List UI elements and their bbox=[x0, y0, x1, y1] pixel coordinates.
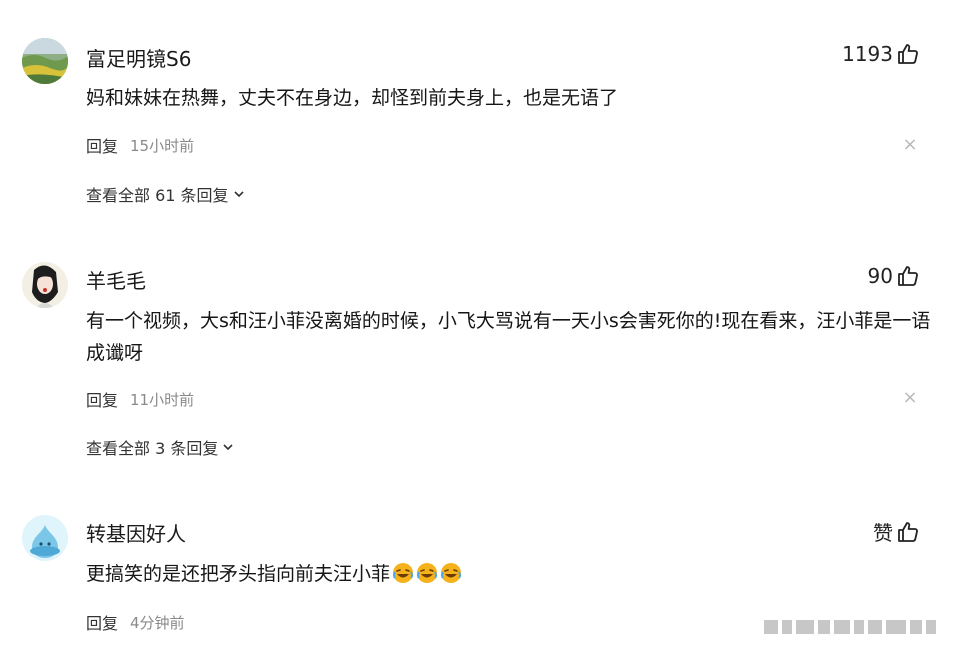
timestamp: 15小时前 bbox=[130, 136, 195, 155]
view-replies-label: 查看全部 61 条回复 bbox=[86, 186, 229, 205]
like-button[interactable]: 90 bbox=[868, 264, 920, 288]
reply-button[interactable]: 回复 bbox=[86, 610, 118, 634]
view-all-replies-button[interactable]: 查看全部 61 条回复 bbox=[86, 182, 245, 206]
like-count: 90 bbox=[867, 264, 893, 288]
comment-meta: 回复 15小时前 bbox=[86, 133, 194, 157]
avatar[interactable] bbox=[22, 515, 68, 561]
like-count: 1193 bbox=[842, 42, 893, 66]
thumb-up-icon bbox=[898, 521, 918, 542]
chevron-down-icon bbox=[223, 444, 233, 451]
thumb-up-icon bbox=[898, 44, 918, 64]
username[interactable]: 富足明镜S6 bbox=[86, 43, 191, 72]
comment-list: 富足明镜S6 1193 妈和妹妹在热舞，丈夫不在身边，却怪到前夫身上，也是无语了… bbox=[0, 0, 978, 656]
timestamp: 11小时前 bbox=[130, 390, 195, 409]
username[interactable]: 转基因好人 bbox=[86, 518, 186, 547]
view-all-replies-button[interactable]: 查看全部 3 条回复 bbox=[86, 435, 234, 459]
like-button[interactable]: 赞 bbox=[873, 517, 920, 546]
comment-text: 妈和妹妹在热舞，丈夫不在身边，却怪到前夫身上，也是无语了 bbox=[86, 87, 619, 109]
laughing-crying-emoji-icon bbox=[417, 563, 438, 583]
laughing-crying-emoji-icon bbox=[393, 563, 414, 583]
timestamp: 4分钟前 bbox=[130, 613, 185, 632]
avatar[interactable] bbox=[22, 38, 68, 84]
thumb-up-icon bbox=[898, 266, 918, 286]
comment-text-body: 更搞笑的是还把矛头指向前夫汪小菲 bbox=[86, 563, 391, 585]
reply-button[interactable]: 回复 bbox=[86, 387, 118, 411]
avatar[interactable] bbox=[22, 262, 68, 308]
comment-meta: 回复 11小时前 bbox=[86, 387, 194, 411]
like-count: 赞 bbox=[873, 521, 893, 545]
close-icon[interactable]: × bbox=[902, 136, 918, 154]
chevron-down-icon bbox=[233, 191, 244, 198]
view-replies-label: 查看全部 3 条回复 bbox=[86, 439, 219, 458]
like-button[interactable]: 1193 bbox=[842, 42, 920, 66]
comment-text: 有一个视频，大s和汪小菲没离婚的时候，小飞大骂说有一天小s会害死你的!现在看来，… bbox=[86, 310, 931, 364]
username[interactable]: 羊毛毛 bbox=[86, 265, 146, 294]
laughing-crying-emoji-icon bbox=[441, 563, 462, 583]
comment-text: 更搞笑的是还把矛头指向前夫汪小菲 bbox=[86, 558, 946, 590]
comment-meta: 回复 4分钟前 bbox=[86, 610, 185, 634]
watermark bbox=[764, 616, 964, 638]
reply-button[interactable]: 回复 bbox=[86, 133, 118, 157]
close-icon[interactable]: × bbox=[902, 389, 918, 407]
